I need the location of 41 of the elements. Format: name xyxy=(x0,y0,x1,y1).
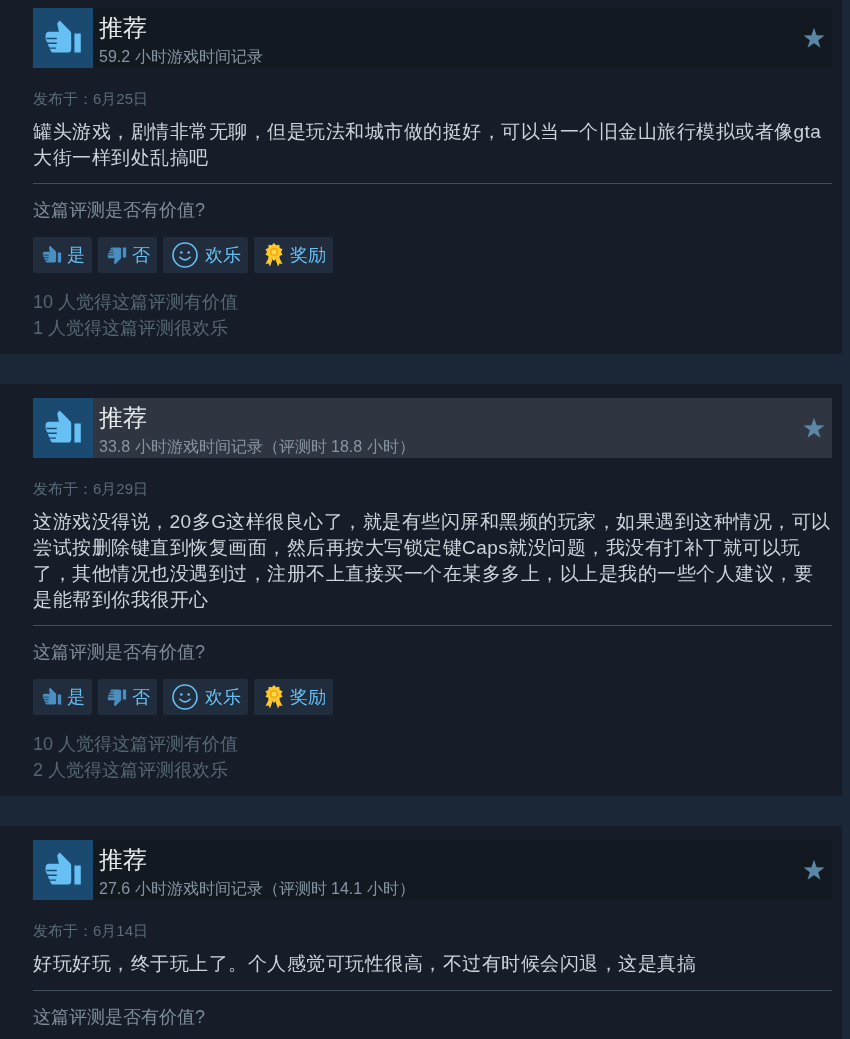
funny-button[interactable]: 欢乐 xyxy=(163,237,248,274)
verdict-title: 推荐 xyxy=(99,13,147,43)
playtime-text: 33.8 小时游戏时间记录（评测时 18.8 小时） xyxy=(99,437,415,458)
award-button[interactable]: 奖励 xyxy=(254,679,333,716)
star-icon xyxy=(803,417,825,440)
verdict-title: 推荐 xyxy=(99,403,147,434)
smiley-icon xyxy=(172,242,198,269)
thumbs-up-icon xyxy=(33,398,93,459)
thumbs-down-icon xyxy=(107,687,127,708)
vote-summary: 1 人觉得这篇评测很欢乐 xyxy=(33,317,228,341)
thumbs-up-icon xyxy=(42,245,62,266)
verdict-title: 推荐 xyxy=(99,845,147,876)
post-date: 发布于：6月25日 xyxy=(33,89,149,109)
vote-summary: 10 人觉得这篇评测有价值 xyxy=(33,291,239,315)
thumbs-up-icon xyxy=(42,687,62,708)
award-icon xyxy=(263,685,285,710)
star-icon xyxy=(803,859,825,882)
yes-button[interactable]: 是 xyxy=(33,679,92,716)
playtime-text: 59.2 小时游戏时间记录 xyxy=(99,47,263,67)
playtime-text: 27.6 小时游戏时间记录（评测时 14.1 小时） xyxy=(99,879,415,900)
no-button[interactable]: 否 xyxy=(98,679,157,716)
star-icon xyxy=(803,27,825,49)
thumbs-up-icon xyxy=(33,8,93,68)
post-date: 发布于：6月29日 xyxy=(33,479,149,500)
review-text: 这游戏没得说，20多G这样很良心了，就是有些闪屏和黑频的玩家，如果遇到这种情况，可以尝试按删除键直到恢复画面，然后再按大写锁定键Caps就没问题，我没有打补丁就可以玩了，其他情况也没遇到过，注册不上直接买一个在某多多上，以上是我的一些个人建议，要是能帮到你我很开心 xyxy=(33,510,832,612)
review-text: 罐头游戏，剧情非常无聊，但是玩法和城市做的挺好，可以当一个旧金山旅行模拟或者像gta大街一样到处乱搞吧 xyxy=(33,120,823,170)
smiley-icon xyxy=(172,684,198,711)
helpful-prompt: 这篇评测是否有价值? xyxy=(33,1005,205,1029)
thumbs-up-icon xyxy=(33,840,93,901)
review-text: 好玩好玩，终于玩上了。个人感觉可玩性很高，不过有时候会闪退，这是真搞 xyxy=(33,952,697,977)
thumbs-down-icon xyxy=(107,245,127,266)
funny-button[interactable]: 欢乐 xyxy=(163,679,248,716)
no-button[interactable]: 否 xyxy=(98,237,157,274)
helpful-prompt: 这篇评测是否有价值? xyxy=(33,199,205,223)
yes-button[interactable]: 是 xyxy=(33,237,92,274)
award-icon xyxy=(263,243,285,268)
award-button[interactable]: 奖励 xyxy=(254,237,333,274)
vote-summary: 10 人觉得这篇评测有价值 xyxy=(33,733,239,757)
post-date: 发布于：6月14日 xyxy=(33,921,149,942)
helpful-prompt: 这篇评测是否有价值? xyxy=(33,641,205,665)
vote-summary: 2 人觉得这篇评测很欢乐 xyxy=(33,759,228,783)
